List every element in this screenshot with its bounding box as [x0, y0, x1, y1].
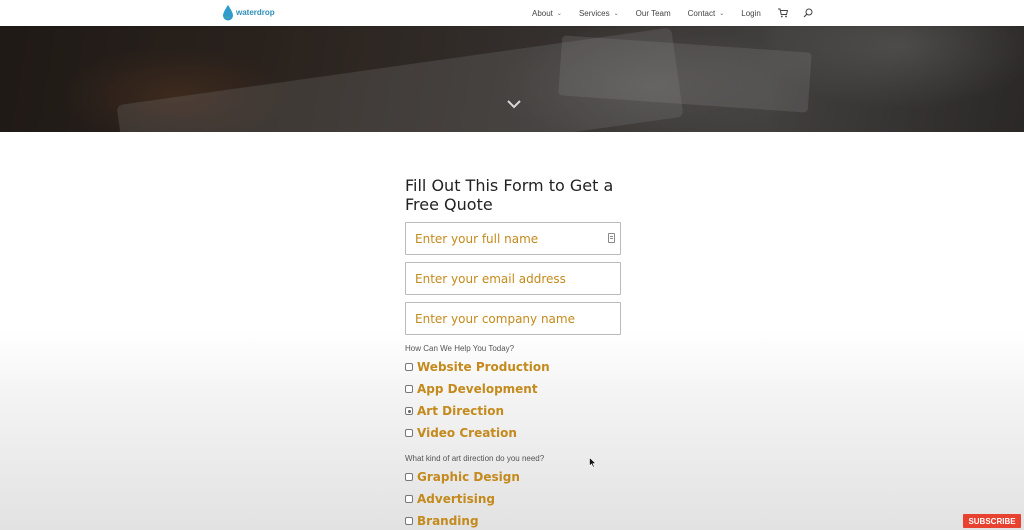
- site-logo[interactable]: waterdrop: [222, 4, 275, 22]
- full-name-input[interactable]: [405, 222, 621, 255]
- chevron-down-icon[interactable]: [506, 98, 522, 110]
- option-label: Graphic Design: [417, 470, 520, 484]
- chevron-down-icon: ⌄: [556, 10, 562, 17]
- checkbox[interactable]: [405, 429, 413, 437]
- option-art-direction[interactable]: Art Direction: [405, 403, 504, 419]
- option-label: Branding: [417, 514, 479, 528]
- option-label: Art Direction: [417, 404, 504, 418]
- checkbox-checked[interactable]: [405, 407, 413, 415]
- nav-contact-label: Contact: [687, 8, 716, 18]
- nav-services[interactable]: Services ⌄: [579, 9, 619, 18]
- nav-login-label: Login: [741, 8, 761, 18]
- waterdrop-logo-icon: [223, 5, 233, 21]
- checkbox[interactable]: [405, 473, 413, 481]
- nav-our-team[interactable]: Our Team: [636, 9, 671, 18]
- hero-banner: [0, 26, 1024, 132]
- option-label: App Development: [417, 382, 538, 396]
- help-question-label: How Can We Help You Today?: [405, 344, 515, 353]
- search-icon[interactable]: [803, 8, 813, 18]
- site-header: waterdrop About ⌄ Services ⌄ Our Team Co…: [0, 0, 1024, 26]
- checkbox[interactable]: [405, 517, 413, 525]
- option-label: Website Production: [417, 360, 550, 374]
- logo-text: waterdrop: [236, 8, 275, 17]
- checkbox[interactable]: [405, 363, 413, 371]
- company-input[interactable]: [405, 302, 621, 335]
- nav-contact[interactable]: Contact ⌄: [688, 9, 725, 18]
- option-app-development[interactable]: App Development: [405, 381, 538, 397]
- mouse-cursor-icon: [589, 457, 597, 468]
- form-title: Fill Out This Form to Get a Free Quote: [405, 176, 614, 214]
- chevron-down-icon: ⌄: [613, 10, 619, 17]
- contact-card-icon: [608, 233, 615, 243]
- subscribe-button[interactable]: SUBSCRIBE: [963, 514, 1021, 528]
- email-input[interactable]: [405, 262, 621, 295]
- checkbox[interactable]: [405, 495, 413, 503]
- option-advertising[interactable]: Advertising: [405, 491, 495, 507]
- hero-overlay: [0, 26, 1024, 132]
- option-website-production[interactable]: Website Production: [405, 359, 550, 375]
- option-label: Advertising: [417, 492, 495, 506]
- nav-login[interactable]: Login: [741, 9, 761, 18]
- option-video-creation[interactable]: Video Creation: [405, 425, 517, 441]
- option-branding[interactable]: Branding: [405, 513, 479, 529]
- main-nav: About ⌄ Services ⌄ Our Team Contact ⌄ Lo…: [532, 0, 813, 26]
- nav-about[interactable]: About ⌄: [532, 9, 562, 18]
- option-graphic-design[interactable]: Graphic Design: [405, 469, 520, 485]
- nav-our-team-label: Our Team: [635, 8, 671, 18]
- nav-about-label: About: [532, 8, 553, 18]
- art-direction-question-label: What kind of art direction do you need?: [405, 454, 545, 463]
- option-label: Video Creation: [417, 426, 517, 440]
- nav-services-label: Services: [578, 8, 610, 18]
- checkbox[interactable]: [405, 385, 413, 393]
- cart-icon[interactable]: [777, 8, 788, 18]
- chevron-down-icon: ⌄: [719, 10, 725, 17]
